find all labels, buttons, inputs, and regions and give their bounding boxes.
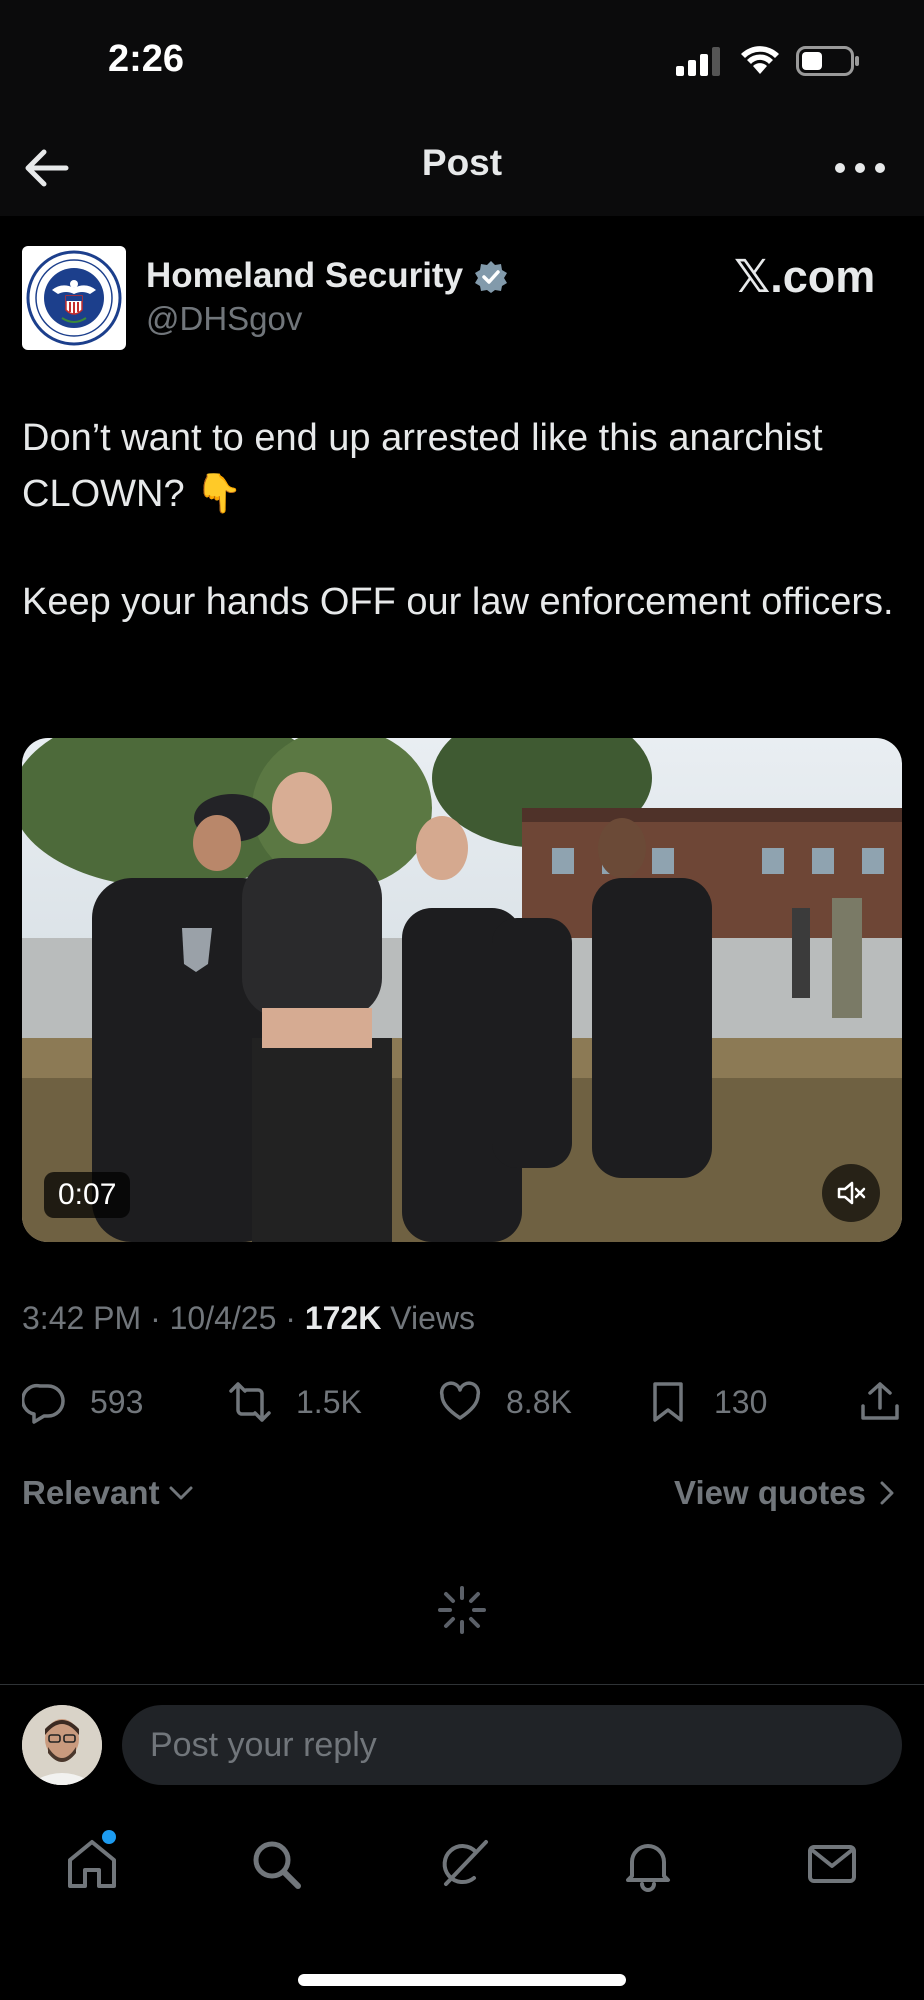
- meta-separator: ·: [150, 1300, 161, 1336]
- bookmark-button[interactable]: 130: [646, 1372, 767, 1432]
- repost-count: 1.5K: [296, 1383, 362, 1420]
- post-time: 3:42 PM: [22, 1300, 142, 1336]
- grok-icon: [442, 1840, 488, 1886]
- repost-button[interactable]: 1.5K: [228, 1372, 362, 1432]
- relevant-label: Relevant: [22, 1474, 160, 1511]
- share-button[interactable]: [858, 1372, 902, 1432]
- post-date: 10/4/25: [169, 1300, 277, 1336]
- bookmark-icon: [653, 1382, 683, 1422]
- site-badge: 𝕏.com: [734, 251, 876, 302]
- author-handle[interactable]: @DHSgov: [146, 300, 302, 338]
- home-indicator: [298, 1974, 626, 1986]
- reply-count: 593: [90, 1383, 144, 1420]
- author-name[interactable]: Homeland Security: [146, 256, 463, 296]
- verified-icon: [475, 261, 507, 293]
- tab-home[interactable]: [62, 1830, 122, 1894]
- video-duration: 0:07: [44, 1172, 131, 1218]
- user-avatar[interactable]: [22, 1705, 102, 1785]
- chevron-down-icon: [169, 1486, 193, 1500]
- mute-button[interactable]: [822, 1164, 880, 1222]
- action-bar: 593 1.5K 8.8K 130: [0, 1372, 924, 1432]
- repost-icon: [229, 1382, 271, 1422]
- reply-icon: [22, 1383, 65, 1424]
- tab-grok[interactable]: [432, 1834, 492, 1894]
- view-quotes-link[interactable]: View quotes: [674, 1474, 902, 1512]
- reply-bar: [0, 1684, 924, 1794]
- home-icon: [68, 1840, 116, 1888]
- page-title: Post: [421, 142, 503, 183]
- share-icon: [861, 1382, 899, 1420]
- mute-icon: [837, 1181, 866, 1205]
- bottom-tab-bar: [0, 1794, 924, 2000]
- like-button[interactable]: 8.8K: [438, 1372, 572, 1432]
- video-frame: [22, 738, 902, 1242]
- like-count: 8.8K: [506, 1383, 572, 1420]
- wifi-icon: [741, 46, 779, 74]
- author-avatar[interactable]: [22, 246, 126, 350]
- more-icon[interactable]: [830, 142, 890, 194]
- battery-icon: [796, 46, 859, 76]
- video-player[interactable]: 0:07: [22, 738, 902, 1242]
- cellular-signal-icon: [676, 47, 720, 76]
- tab-notifications[interactable]: [618, 1834, 678, 1894]
- tab-messages[interactable]: [802, 1834, 862, 1894]
- status-time: 2:26: [108, 38, 185, 80]
- relevant-sort-button[interactable]: Relevant: [22, 1474, 196, 1512]
- user-avatar-image: [22, 1705, 102, 1785]
- tab-search[interactable]: [246, 1834, 306, 1894]
- post-text: Don’t want to end up arrested like this …: [22, 410, 902, 682]
- bookmark-count: 130: [714, 1383, 768, 1420]
- post-meta: 3:42 PM · 10/4/25 · 172K Views: [22, 1300, 475, 1337]
- views-count[interactable]: 172K: [305, 1300, 382, 1336]
- status-bar: 2:26: [0, 0, 924, 120]
- chevron-right-icon: [880, 1481, 894, 1505]
- post-text-line-1: Don’t want to end up arrested like this …: [22, 417, 823, 515]
- search-icon: [253, 1841, 301, 1889]
- like-icon: [439, 1381, 481, 1420]
- view-quotes-label: View quotes: [674, 1474, 866, 1511]
- views-label: Views: [390, 1300, 475, 1336]
- replies-sort-row: Relevant View quotes: [22, 1474, 902, 1524]
- spinner-icon: [438, 1586, 486, 1634]
- top-bar: Post: [0, 120, 924, 216]
- post-text-line-2: Keep your hands OFF our law enforcement …: [22, 581, 894, 623]
- dhs-seal-icon: [26, 250, 122, 346]
- home-notification-dot: [102, 1830, 116, 1844]
- meta-separator: ·: [285, 1300, 296, 1336]
- reply-button[interactable]: 593: [22, 1372, 143, 1432]
- notifications-icon: [626, 1844, 670, 1892]
- messages-icon: [808, 1845, 856, 1883]
- reply-input[interactable]: [122, 1705, 902, 1785]
